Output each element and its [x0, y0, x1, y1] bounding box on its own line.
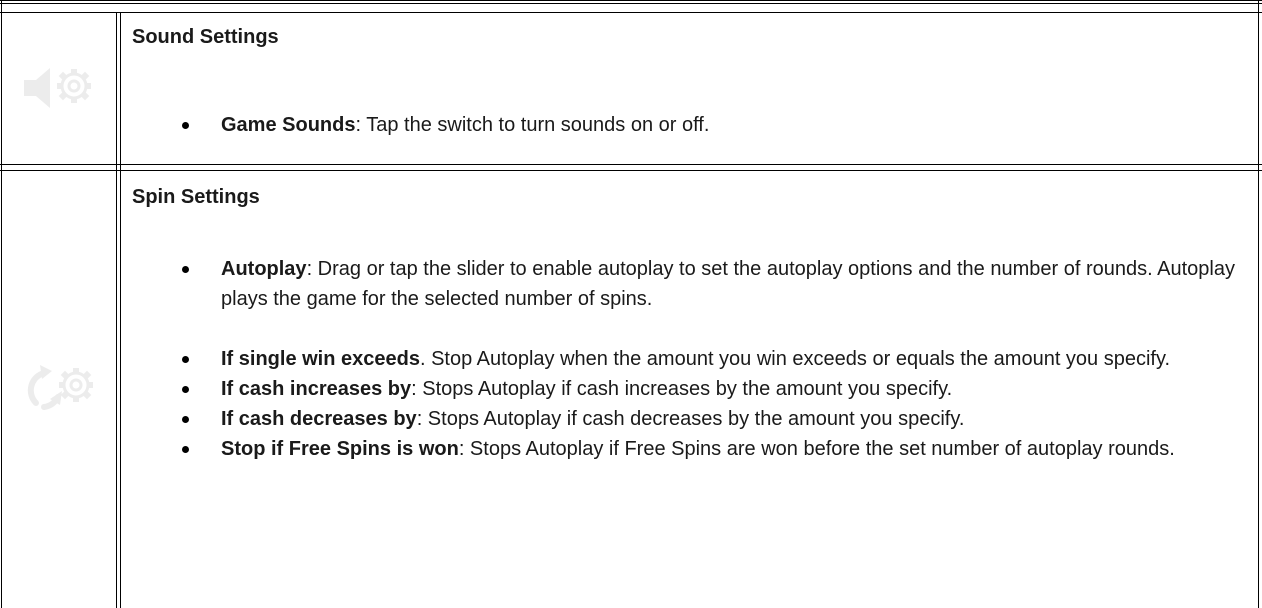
item-term: Stop if Free Spins is won	[221, 438, 459, 460]
sound-settings-icon-cell	[8, 12, 114, 164]
item-term: Game Sounds	[221, 114, 356, 136]
list-spacer	[128, 314, 1256, 344]
sound-settings-icon	[24, 68, 91, 108]
item-term: Autoplay	[221, 258, 307, 280]
item-term: If cash increases by	[221, 378, 412, 400]
bullet	[182, 446, 189, 453]
table-border-top-inner	[0, 3, 1262, 4]
bullet	[182, 416, 189, 423]
table-border-top	[0, 0, 1262, 1]
sound-settings-list: Game Sounds: Tap the switch to turn soun…	[128, 110, 1256, 140]
item-text: : Stops Autoplay if Free Spins are won b…	[458, 438, 1175, 460]
item-text: . Stop Autoplay when the amount you win …	[419, 348, 1171, 370]
item-text: : Tap the switch to turn sounds on or of…	[355, 114, 710, 136]
list-item: If cash decreases by: Stops Autoplay if …	[128, 404, 1256, 434]
spin-settings-row: Spin Settings Autoplay: Drag or tap the …	[0, 170, 1262, 608]
spin-settings-icon	[27, 365, 93, 410]
list-item: If cash increases by: Stops Autoplay if …	[128, 374, 1256, 404]
list-item: Stop if Free Spins is won: Stops Autopla…	[128, 434, 1256, 464]
sound-settings-title: Sound Settings	[132, 26, 279, 48]
settings-help-table: Sound Settings Game Sounds: Tap the swit…	[0, 0, 1262, 608]
spin-settings-list: Autoplay: Drag or tap the slider to enab…	[128, 254, 1256, 464]
bullet	[182, 122, 189, 129]
spin-settings-title: Spin Settings	[132, 186, 260, 208]
item-term: If cash decreases by	[221, 408, 417, 430]
item-text: : Stops Autoplay if cash increases by th…	[411, 378, 953, 400]
spin-settings-icon-cell	[8, 170, 114, 608]
row-border	[0, 164, 1262, 165]
sound-settings-content: Sound Settings Game Sounds: Tap the swit…	[128, 12, 1256, 164]
bullet	[182, 386, 189, 393]
list-item: Game Sounds: Tap the switch to turn soun…	[128, 110, 1256, 140]
item-text: : Stops Autoplay if cash decreases by th…	[416, 408, 965, 430]
list-item: Autoplay: Drag or tap the slider to enab…	[128, 254, 1256, 314]
list-item: If single win exceeds. Stop Autoplay whe…	[128, 344, 1256, 374]
bullet	[182, 266, 189, 273]
sound-settings-row: Sound Settings Game Sounds: Tap the swit…	[0, 12, 1262, 164]
bullet	[182, 356, 189, 363]
spin-settings-content: Spin Settings Autoplay: Drag or tap the …	[128, 170, 1256, 608]
item-term: If single win exceeds	[221, 348, 420, 370]
item-text: : Drag or tap the slider to enable autop…	[221, 258, 1235, 310]
